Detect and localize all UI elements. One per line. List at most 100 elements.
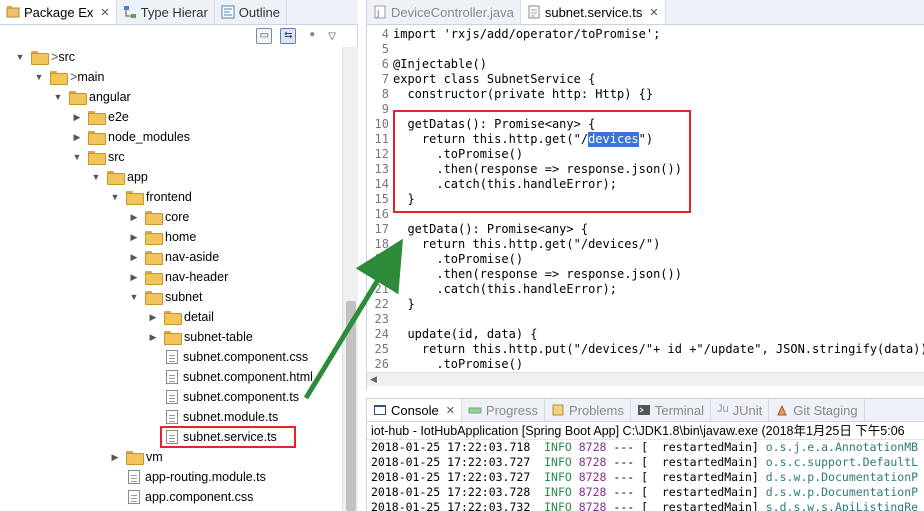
tab-package-explorer[interactable]: Package Ex ✕ bbox=[0, 0, 117, 24]
tab-console[interactable]: Console ✕ bbox=[367, 399, 462, 421]
chevron-down-icon[interactable]: ▼ bbox=[128, 292, 140, 302]
collapse-all-icon[interactable]: ▭ bbox=[256, 28, 273, 44]
code-area[interactable]: 4 import 'rxjs/add/operator/toPromise'; 5 6… bbox=[367, 25, 924, 370]
chevron-right-icon[interactable]: ▶ bbox=[147, 312, 159, 323]
scroll-left-icon[interactable]: ◀ bbox=[370, 374, 377, 385]
chevron-right-icon[interactable]: ▶ bbox=[128, 212, 140, 223]
chevron-right-icon[interactable]: ▶ bbox=[128, 232, 140, 243]
tree-folder[interactable]: ▶ core bbox=[128, 207, 189, 227]
log-sep: --- bbox=[613, 485, 635, 499]
chevron-right-icon[interactable]: ▶ bbox=[128, 252, 140, 263]
file-icon bbox=[166, 390, 178, 404]
chevron-down-icon[interactable]: ▼ bbox=[71, 152, 83, 162]
tree-folder[interactable]: ▶ e2e bbox=[71, 107, 129, 127]
chevron-right-icon[interactable]: ▶ bbox=[128, 272, 140, 283]
close-icon[interactable]: ✕ bbox=[649, 6, 658, 19]
close-icon[interactable]: ✕ bbox=[446, 404, 455, 417]
log-time: 2018-01-25 17:22:03.728 bbox=[371, 485, 531, 499]
chevron-down-icon[interactable]: ▼ bbox=[90, 172, 102, 182]
line-number: 16 bbox=[374, 207, 389, 221]
code-line: 23 bbox=[367, 312, 393, 327]
chevron-right-icon[interactable]: ▶ bbox=[71, 112, 83, 123]
close-icon[interactable]: ✕ bbox=[100, 6, 109, 19]
line-number: 11 bbox=[374, 132, 389, 146]
tree-file[interactable]: subnet.module.ts bbox=[147, 407, 278, 427]
tree-folder[interactable]: ▼ src bbox=[71, 147, 125, 167]
tree-file[interactable]: subnet.service.ts bbox=[147, 427, 277, 447]
folder-icon bbox=[145, 231, 163, 245]
tree-file[interactable]: app-routing.module.ts bbox=[109, 467, 266, 487]
tree-folder[interactable]: ▶ detail bbox=[147, 307, 214, 327]
java-file-icon: J bbox=[373, 5, 387, 19]
tree-file[interactable]: app.component.css bbox=[109, 487, 253, 507]
tab-outline[interactable]: Outline bbox=[215, 0, 287, 24]
tree-folder[interactable]: ▼ frontend bbox=[109, 187, 192, 207]
chevron-down-icon[interactable]: ▼ bbox=[33, 72, 45, 82]
code-line: 16 bbox=[367, 207, 393, 222]
link-with-editor-icon[interactable]: ⇆ bbox=[280, 28, 297, 44]
tab-type-hierarchy[interactable]: Type Hierar bbox=[117, 0, 215, 24]
code-text: import 'rxjs/add/operator/toPromise'; bbox=[393, 27, 661, 41]
tree-folder[interactable]: ▼ angular bbox=[52, 87, 131, 107]
tree-file[interactable]: subnet.component.html bbox=[147, 367, 313, 387]
console-line: 2018-01-25 17:22:03.727 INFO 8728 --- [ … bbox=[371, 455, 918, 470]
code-line: 12 .toPromise() bbox=[367, 147, 524, 162]
log-pid: 8728 bbox=[578, 440, 607, 454]
explorer-toolbar: ▭ ⇆ ● ▽ bbox=[0, 25, 342, 47]
tree-item-label: nav-aside bbox=[165, 250, 220, 264]
chevron-right-icon[interactable]: ▶ bbox=[109, 452, 121, 463]
chevron-right-icon[interactable]: ▶ bbox=[71, 132, 83, 143]
tab-git-staging[interactable]: Git Staging bbox=[769, 399, 865, 421]
tree-item-label: app.component.css bbox=[145, 490, 254, 504]
tree-file[interactable]: subnet.component.ts bbox=[147, 387, 299, 407]
code-text: .then(response => response.json()) bbox=[393, 162, 682, 176]
tab-progress[interactable]: Progress bbox=[462, 399, 545, 421]
tree-item-label: vm bbox=[146, 450, 163, 464]
tab-device-controller[interactable]: J DeviceController.java bbox=[367, 0, 521, 24]
chevron-down-icon[interactable]: ▼ bbox=[14, 52, 26, 62]
tree-item-label: node_modules bbox=[108, 130, 191, 144]
line-number: 14 bbox=[374, 177, 389, 191]
tree-file[interactable]: subnet.component.css bbox=[147, 347, 308, 367]
chevron-down-icon[interactable]: ▼ bbox=[52, 92, 64, 102]
tree-folder[interactable]: ▶ nav-aside bbox=[128, 247, 219, 267]
log-pid: 8728 bbox=[578, 455, 607, 469]
tree-folder[interactable]: ▶ home bbox=[128, 227, 196, 247]
tree-folder[interactable]: ▼ > main bbox=[33, 67, 104, 87]
tree-folder[interactable]: ▶ node_modules bbox=[71, 127, 190, 147]
tab-problems[interactable]: Problems bbox=[545, 399, 631, 421]
tab-label: Outline bbox=[238, 4, 280, 20]
tab-label: subnet.service.ts bbox=[544, 4, 643, 20]
tree-folder[interactable]: ▼ > src bbox=[14, 47, 75, 67]
scroll-thumb[interactable] bbox=[346, 301, 356, 511]
view-menu-icon[interactable]: ▽ bbox=[328, 31, 336, 42]
outline-icon bbox=[221, 5, 235, 19]
tab-terminal[interactable]: Terminal bbox=[631, 399, 711, 421]
console-line: 2018-01-25 17:22:03.732 INFO 8728 --- [ … bbox=[371, 500, 918, 511]
tree-folder[interactable]: ▼ app bbox=[90, 167, 148, 187]
tab-junit[interactable]: Ju JUnit bbox=[711, 399, 770, 421]
tree-folder[interactable]: ▼ subnet bbox=[128, 287, 203, 307]
tab-subnet-service[interactable]: subnet.service.ts ✕ bbox=[520, 0, 666, 24]
problems-icon bbox=[551, 403, 565, 417]
package-explorer-icon bbox=[6, 5, 20, 19]
log-level: INFO bbox=[544, 500, 572, 511]
code-text: return this.http.get("/ bbox=[393, 132, 589, 146]
line-number: 7 bbox=[381, 72, 389, 86]
folder-icon bbox=[126, 191, 144, 205]
chevron-down-icon[interactable]: ▼ bbox=[109, 192, 121, 202]
log-pid: 8728 bbox=[578, 485, 607, 499]
filter-icon[interactable]: ● bbox=[304, 28, 320, 44]
tree-folder[interactable]: ▶ vm bbox=[109, 447, 163, 467]
code-line: 9 bbox=[367, 102, 393, 117]
tree-folder[interactable]: ▶ subnet-table bbox=[147, 327, 253, 347]
line-number: 5 bbox=[381, 42, 389, 56]
code-text: .toPromise() bbox=[393, 357, 524, 370]
code-line: 11 return this.http.get("/devices ") bbox=[367, 132, 653, 147]
tree-scrollbar[interactable] bbox=[342, 47, 358, 511]
chevron-right-icon[interactable]: ▶ bbox=[147, 332, 159, 343]
editor-horizontal-scrollbar[interactable]: ◀ bbox=[367, 372, 924, 386]
tree-folder[interactable]: ▶ nav-header bbox=[128, 267, 228, 287]
line-number: 20 bbox=[374, 267, 389, 281]
log-thread: [ restartedMain] bbox=[641, 470, 759, 484]
